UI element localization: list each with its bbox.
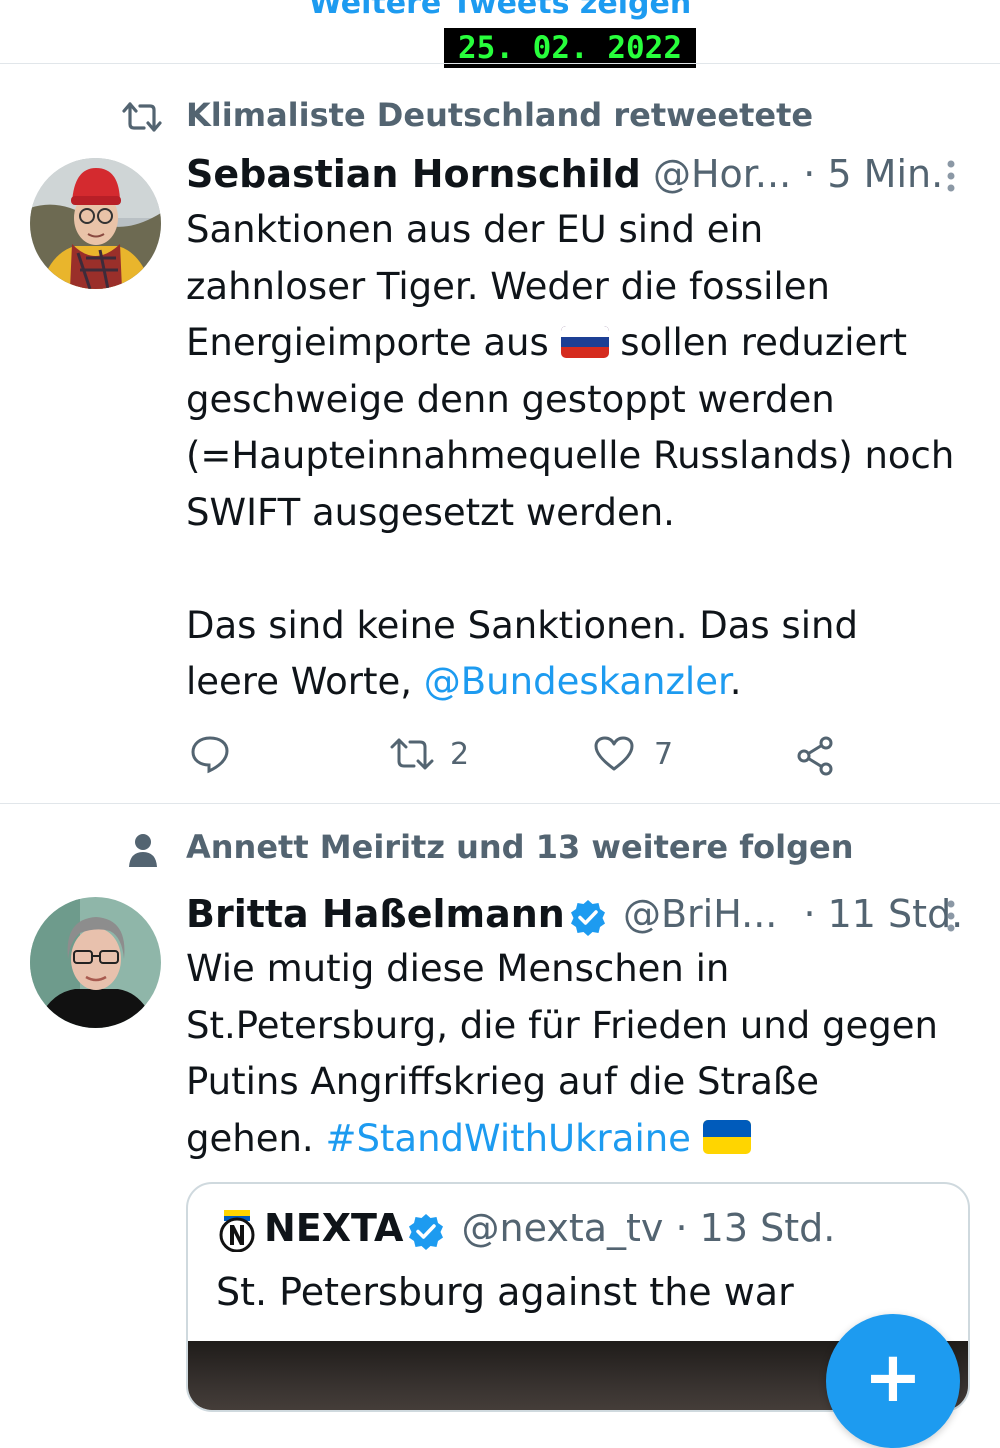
tweet-time[interactable]: · 11 Std. <box>803 892 963 936</box>
quoted-tweet-text: St. Petersburg against the war <box>216 1270 794 1314</box>
tweet-text: Sanktionen aus der EU sind ein zahnloser… <box>186 202 986 711</box>
like-button[interactable]: 7 <box>594 736 673 772</box>
follow-context[interactable]: Annett Meiritz und 13 weitere folgen <box>186 828 854 866</box>
retweet-button[interactable]: 2 <box>390 736 469 772</box>
divider <box>0 803 1000 804</box>
author-handle[interactable]: @BriH... <box>623 892 777 936</box>
tweet-time[interactable]: · 5 Min. <box>803 152 943 196</box>
share-button[interactable] <box>796 736 836 776</box>
reply-icon <box>191 736 229 774</box>
verified-badge-icon <box>570 899 605 936</box>
share-icon <box>797 736 833 776</box>
quoted-author-name[interactable]: NEXTA <box>264 1206 403 1250</box>
retweet-icon <box>390 738 434 770</box>
reply-button[interactable] <box>190 734 230 774</box>
tweet-header: Britta Haßelmann @BriH... · 11 Std. <box>186 892 963 936</box>
date-stamp: 25. 02. 2022 <box>444 28 696 68</box>
tweet-text-part: . <box>729 660 742 703</box>
nexta-logo-icon <box>219 1209 255 1252</box>
more-options-icon[interactable] <box>942 898 960 934</box>
like-count: 7 <box>654 736 674 772</box>
hashtag-link[interactable]: #StandWithUkraine <box>325 1117 691 1160</box>
retweet-count: 2 <box>450 736 470 772</box>
author-name[interactable]: Britta Haßelmann <box>186 892 565 936</box>
tweet-header: Sebastian Hornschild @Hor... · 5 Min. <box>186 152 943 196</box>
ukraine-flag-icon <box>702 1120 751 1154</box>
avatar[interactable] <box>30 158 161 289</box>
divider <box>0 63 1000 64</box>
verified-badge-icon <box>409 1213 444 1250</box>
person-icon <box>129 834 157 867</box>
retweet-icon <box>122 102 162 132</box>
russia-flag-icon <box>560 325 609 358</box>
tweet-text: Wie mutig diese Menschen in St.Petersbur… <box>186 941 986 1167</box>
more-options-icon[interactable] <box>942 158 960 194</box>
compose-tweet-button[interactable]: + <box>826 1314 960 1448</box>
avatar[interactable] <box>30 897 161 1028</box>
quoted-handle-time[interactable]: @nexta_tv · 13 Std. <box>462 1206 836 1250</box>
author-name[interactable]: Sebastian Hornschild <box>186 152 641 196</box>
heart-icon <box>594 736 634 771</box>
plus-icon: + <box>863 1336 923 1418</box>
show-more-tweets-link[interactable]: Weitere Tweets zeigen <box>0 0 1000 21</box>
tweet-text-part: sollen reduziert geschweige denn gestopp… <box>186 321 955 703</box>
mention-link[interactable]: @Bundeskanzler <box>424 660 730 703</box>
quoted-tweet-header: NEXTA @nexta_tv · 13 Std. <box>218 1206 835 1252</box>
author-handle[interactable]: @Hor... <box>653 152 791 196</box>
retweet-context[interactable]: Klimaliste Deutschland retweetete <box>186 96 813 134</box>
